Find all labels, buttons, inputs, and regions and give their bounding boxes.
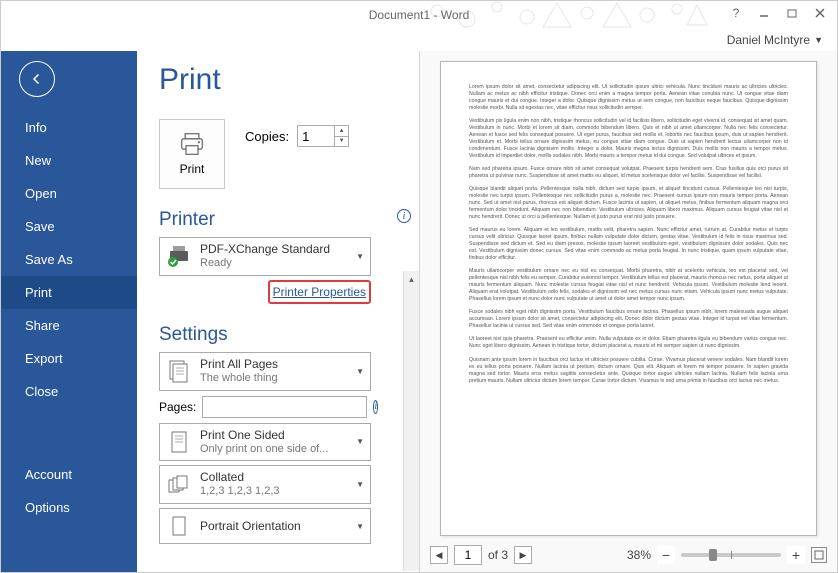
chevron-down-icon: ▼ xyxy=(356,437,364,446)
sidebar-item-print[interactable]: Print xyxy=(1,276,137,309)
print-button[interactable]: Print xyxy=(159,119,225,189)
sidebar-item-open[interactable]: Open xyxy=(1,177,137,210)
print-preview: Lorem ipsum dolor sit amet, consectetur … xyxy=(419,51,837,572)
zoom-value: 38% xyxy=(627,548,651,562)
panel-scrollbar[interactable]: ▲ xyxy=(403,271,419,571)
back-button[interactable] xyxy=(19,61,55,97)
print-panel: Print Print Copies: xyxy=(137,51,419,572)
backstage-sidebar: Info New Open Save Save As Print Share E… xyxy=(1,51,137,572)
portrait-icon xyxy=(166,513,192,539)
zoom-out-button[interactable]: − xyxy=(657,546,675,564)
page-title: Print xyxy=(159,63,411,97)
preview-footer: ◀ of 3 ▶ 38% − + xyxy=(430,542,827,568)
close-button[interactable] xyxy=(807,3,833,23)
sidebar-item-save[interactable]: Save xyxy=(1,210,137,243)
chevron-down-icon: ▼ xyxy=(356,522,364,531)
minimize-button[interactable] xyxy=(751,3,777,23)
printer-icon xyxy=(178,132,206,156)
chevron-down-icon: ▼ xyxy=(814,35,823,45)
printer-ready-icon xyxy=(166,243,192,269)
sidebar-item-close[interactable]: Close xyxy=(1,375,137,408)
sidebar-item-account[interactable]: Account xyxy=(1,458,137,491)
printer-status: Ready xyxy=(200,257,348,271)
settings-heading: Settings xyxy=(159,324,411,346)
user-name: Daniel McIntyre xyxy=(727,33,810,47)
page-number-input[interactable] xyxy=(454,545,482,565)
sidebar-item-options[interactable]: Options xyxy=(1,491,137,524)
printer-properties-link[interactable]: Printer Properties xyxy=(273,285,366,299)
one-sided-icon xyxy=(166,429,192,455)
scroll-up[interactable]: ▲ xyxy=(404,271,419,287)
help-button[interactable]: ? xyxy=(723,3,749,23)
pages-icon xyxy=(166,358,192,384)
printer-heading: Printer i xyxy=(159,209,411,231)
collated-icon xyxy=(166,472,192,498)
copies-down[interactable]: ▼ xyxy=(335,137,348,147)
copies-label: Copies: xyxy=(245,129,289,144)
preview-page: Lorem ipsum dolor sit amet, consectetur … xyxy=(440,61,817,536)
next-page-button[interactable]: ▶ xyxy=(514,546,532,564)
page-total: of 3 xyxy=(488,548,508,562)
copies-input[interactable] xyxy=(298,126,334,146)
sidebar-item-info[interactable]: Info xyxy=(1,111,137,144)
printer-dropdown[interactable]: PDF-XChange Standard Ready ▼ xyxy=(159,237,371,276)
print-button-label: Print xyxy=(180,162,205,176)
pages-input[interactable] xyxy=(202,396,367,418)
printer-properties-highlight: Printer Properties xyxy=(268,280,371,304)
titlebar: Document1 - Word ? xyxy=(1,1,837,29)
copies-up[interactable]: ▲ xyxy=(335,126,348,137)
zoom-slider[interactable] xyxy=(681,553,781,557)
printer-info-icon[interactable]: i xyxy=(397,209,411,223)
print-scope-dropdown[interactable]: Print All Pages The whole thing ▼ xyxy=(159,352,371,391)
sidebar-item-saveas[interactable]: Save As xyxy=(1,243,137,276)
zoom-in-button[interactable]: + xyxy=(787,546,805,564)
sidebar-item-new[interactable]: New xyxy=(1,144,137,177)
sides-dropdown[interactable]: Print One Sided Only print on one side o… xyxy=(159,423,371,462)
window-title: Document1 - Word xyxy=(369,8,469,22)
restore-button[interactable] xyxy=(779,3,805,23)
chevron-down-icon: ▼ xyxy=(356,480,364,489)
orientation-dropdown[interactable]: Portrait Orientation ▼ xyxy=(159,508,371,544)
user-row[interactable]: Daniel McIntyre ▼ xyxy=(1,29,837,51)
pages-info-icon[interactable]: i xyxy=(373,400,378,414)
chevron-down-icon: ▼ xyxy=(356,252,364,261)
chevron-down-icon: ▼ xyxy=(356,367,364,376)
copies-stepper[interactable]: ▲ ▼ xyxy=(297,125,349,147)
collate-dropdown[interactable]: Collated 1,2,3 1,2,3 1,2,3 ▼ xyxy=(159,465,371,504)
sidebar-item-export[interactable]: Export xyxy=(1,342,137,375)
pages-label: Pages: xyxy=(159,400,196,414)
prev-page-button[interactable]: ◀ xyxy=(430,546,448,564)
printer-name: PDF-XChange Standard xyxy=(200,242,348,257)
sidebar-item-share[interactable]: Share xyxy=(1,309,137,342)
fit-page-button[interactable] xyxy=(811,547,827,563)
